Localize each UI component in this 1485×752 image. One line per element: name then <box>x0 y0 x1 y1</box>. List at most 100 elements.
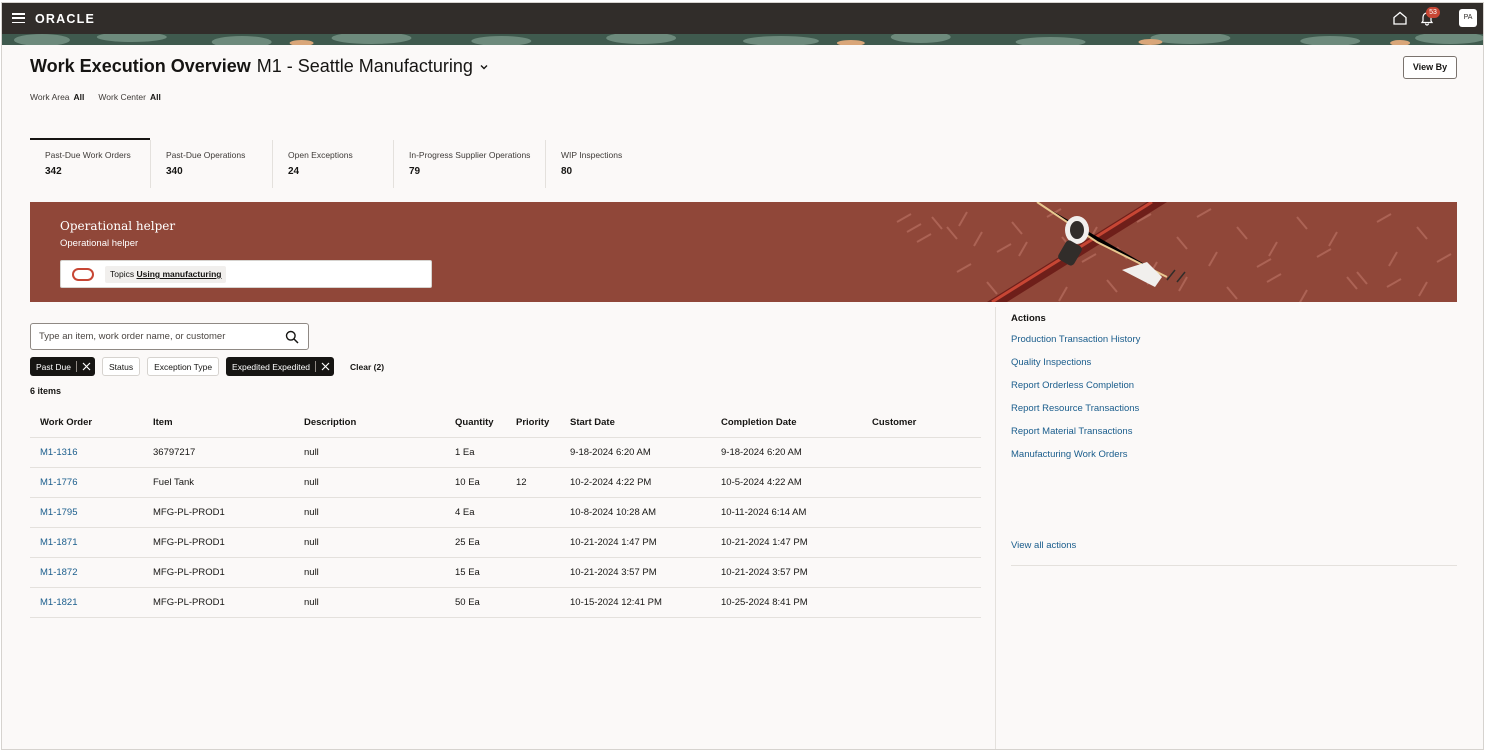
column-header[interactable]: Item <box>143 408 294 437</box>
table-cell: 10-21-2024 3:57 PM <box>711 556 862 587</box>
action-link-report-orderless-completion[interactable]: Report Orderless Completion <box>1011 380 1140 403</box>
metric-label: In-Progress Supplier Operations <box>409 150 531 160</box>
column-header[interactable]: Start Date <box>560 408 711 437</box>
view-by-button[interactable]: View By <box>1403 56 1457 79</box>
column-header[interactable]: Priority <box>506 408 560 437</box>
table-cell: 10-11-2024 6:14 AM <box>711 496 862 527</box>
metric-past-due-operations[interactable]: Past-Due Operations 340 <box>151 140 273 188</box>
actions-list: Production Transaction History Quality I… <box>1011 334 1140 472</box>
action-link-quality-inspections[interactable]: Quality Inspections <box>1011 357 1140 380</box>
table-cell <box>862 586 981 618</box>
column-header[interactable]: Completion Date <box>711 408 862 437</box>
decorative-banner-strip <box>2 34 1483 45</box>
column-header[interactable]: Quantity <box>445 408 506 437</box>
helper-topics-box: Topics Using manufacturing <box>60 260 432 288</box>
organization-name: M1 - Seattle Manufacturing <box>256 56 473 76</box>
clear-filters-button[interactable]: Clear (2) <box>350 362 384 372</box>
table-row[interactable]: M1-1776 Fuel Tank null 10 Ea 12 10-2-202… <box>30 466 981 497</box>
table-cell: 9-18-2024 6:20 AM <box>560 436 711 467</box>
page-title: Work Execution Overview <box>30 56 251 76</box>
table-cell: 10-21-2024 3:57 PM <box>560 556 711 587</box>
chip-expedited[interactable]: Expedited Expedited <box>226 357 335 376</box>
close-icon[interactable] <box>321 362 330 371</box>
filter-value-work-area[interactable]: All <box>74 92 85 102</box>
page-title-selector[interactable]: Work Execution Overview M1 - Seattle Man… <box>30 56 489 77</box>
actions-separator <box>1011 565 1457 566</box>
metric-value: 342 <box>45 166 62 177</box>
decorative-rowing-illustration <box>896 202 1452 302</box>
table-cell <box>506 586 560 618</box>
notification-badge: 53 <box>1426 7 1440 18</box>
work-order-link[interactable]: M1-1872 <box>40 567 78 578</box>
metric-wip-inspections[interactable]: WIP Inspections 80 <box>546 140 666 188</box>
work-order-link[interactable]: M1-1795 <box>40 507 78 518</box>
metric-value: 79 <box>409 166 421 177</box>
table-header-row: Work Order Item Description Quantity Pri… <box>30 408 981 437</box>
table-row[interactable]: M1-1821 MFG-PL-PROD1 null 50 Ea 10-15-20… <box>30 586 981 618</box>
chip-status[interactable]: Status <box>101 357 141 376</box>
table-cell: 10-21-2024 1:47 PM <box>560 526 711 557</box>
action-link-report-resource-transactions[interactable]: Report Resource Transactions <box>1011 403 1140 426</box>
work-order-link[interactable]: M1-1776 <box>40 477 78 488</box>
avatar[interactable]: PA <box>1459 9 1477 27</box>
context-filters: Work Area All Work Center All <box>30 92 171 102</box>
table-cell: null <box>294 436 445 467</box>
menu-icon[interactable] <box>12 13 25 24</box>
table-cell: 10-15-2024 12:41 PM <box>560 586 711 618</box>
home-icon[interactable] <box>1392 10 1408 26</box>
table-cell <box>506 436 560 467</box>
topic-chip: Topics Using manufacturing <box>105 266 227 283</box>
metric-value: 80 <box>561 166 573 177</box>
search-icon[interactable] <box>285 330 299 344</box>
table-cell: null <box>294 496 445 527</box>
work-order-link[interactable]: M1-1871 <box>40 537 78 548</box>
column-header[interactable]: Description <box>294 408 445 437</box>
action-link-report-material-transactions[interactable]: Report Material Transactions <box>1011 426 1140 449</box>
column-header[interactable]: Work Order <box>30 408 143 437</box>
actions-title: Actions <box>1011 313 1046 324</box>
view-all-actions-link[interactable]: View all actions <box>1011 540 1076 551</box>
table-cell: 10 Ea <box>445 466 506 497</box>
table-cell: MFG-PL-PROD1 <box>143 526 294 557</box>
table-row[interactable]: M1-1795 MFG-PL-PROD1 null 4 Ea 10-8-2024… <box>30 496 981 527</box>
metric-label: WIP Inspections <box>561 150 623 160</box>
table-cell <box>862 496 981 527</box>
table-cell <box>506 496 560 527</box>
search-input[interactable] <box>31 324 271 349</box>
table-row[interactable]: M1-1871 MFG-PL-PROD1 null 25 Ea 10-21-20… <box>30 526 981 557</box>
topics-link[interactable]: Using manufacturing <box>136 269 221 279</box>
work-order-link[interactable]: M1-1316 <box>40 447 78 458</box>
action-link-production-transaction-history[interactable]: Production Transaction History <box>1011 334 1140 357</box>
metric-past-due-work-orders[interactable]: Past-Due Work Orders 342 <box>30 138 151 188</box>
table-cell: 10-8-2024 10:28 AM <box>560 496 711 527</box>
work-order-link[interactable]: M1-1821 <box>40 597 78 608</box>
table-cell <box>862 466 981 497</box>
table-cell: 10-21-2024 1:47 PM <box>711 526 862 557</box>
chip-past-due[interactable]: Past Due <box>30 357 95 376</box>
table-cell: 25 Ea <box>445 526 506 557</box>
chip-exception-type[interactable]: Exception Type <box>147 357 220 376</box>
filter-label-work-area: Work Area <box>30 92 70 102</box>
table-cell: MFG-PL-PROD1 <box>143 496 294 527</box>
global-header: ORACLE 53 PA <box>2 3 1483 34</box>
table-cell: 50 Ea <box>445 586 506 618</box>
filter-label-work-center: Work Center <box>98 92 146 102</box>
table-cell <box>862 556 981 587</box>
table-cell: 9-18-2024 6:20 AM <box>711 436 862 467</box>
action-link-manufacturing-work-orders[interactable]: Manufacturing Work Orders <box>1011 449 1140 472</box>
oracle-logo[interactable]: ORACLE <box>35 12 95 26</box>
metric-in-progress-supplier-operations[interactable]: In-Progress Supplier Operations 79 <box>394 140 546 188</box>
close-icon[interactable] <box>82 362 91 371</box>
table-cell: null <box>294 466 445 497</box>
table-cell: 10-5-2024 4:22 AM <box>711 466 862 497</box>
metric-open-exceptions[interactable]: Open Exceptions 24 <box>273 140 394 188</box>
filter-value-work-center[interactable]: All <box>150 92 161 102</box>
app-window: ORACLE 53 PA Work Execution Overview M1 … <box>1 2 1484 750</box>
table-cell: null <box>294 556 445 587</box>
column-header[interactable]: Customer <box>862 408 981 437</box>
table-row[interactable]: M1-1316 36797217 null 1 Ea 9-18-2024 6:2… <box>30 436 981 467</box>
table-cell: 12 <box>506 466 560 497</box>
helper-subtitle: Operational helper <box>60 238 139 249</box>
table-row[interactable]: M1-1872 MFG-PL-PROD1 null 15 Ea 10-21-20… <box>30 556 981 587</box>
table-cell: Fuel Tank <box>143 466 294 497</box>
